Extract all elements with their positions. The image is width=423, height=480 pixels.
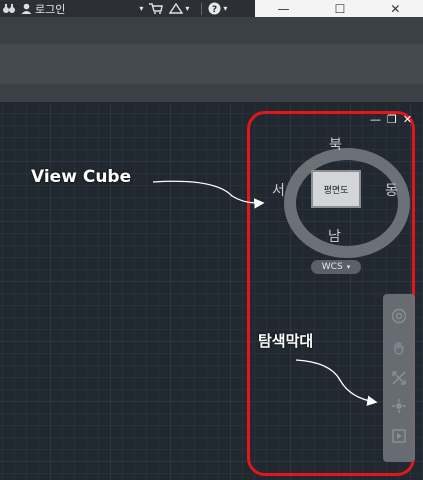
cart-icon[interactable] [149, 3, 164, 14]
maximize-button[interactable]: ☐ [335, 2, 346, 16]
viewcube-minimize-button[interactable]: — [370, 113, 381, 126]
compass-south[interactable]: 남 [328, 226, 341, 246]
close-button[interactable]: ✕ [390, 2, 400, 16]
title-bar: 로그인 ▾ ▾ ? ▾ — ☐ ✕ [0, 0, 423, 17]
navigation-bar [383, 294, 415, 462]
window-controls: — ☐ ✕ [255, 0, 423, 17]
ribbon-tabs-bar [0, 17, 423, 45]
viewcube-face[interactable]: 평면도 [311, 170, 361, 208]
viewcube-close-button[interactable]: ✕ [403, 113, 412, 126]
file-tabs-bar [0, 84, 423, 103]
user-icon [21, 3, 32, 14]
orbit-icon[interactable] [391, 398, 407, 414]
compass-east[interactable]: 동 [385, 180, 398, 200]
viewcube-callout-label: View Cube [31, 167, 132, 187]
compass-west[interactable]: 서 [272, 180, 285, 200]
viewcube-panel-controls: — ❐ ✕ [370, 113, 412, 126]
svg-text:?: ? [212, 5, 217, 15]
wcs-menu-button[interactable]: WCS ▾ [311, 260, 361, 274]
title-bar-left: 로그인 ▾ ▾ ? ▾ [0, 0, 255, 17]
signin-dropdown-icon[interactable]: ▾ [139, 4, 143, 13]
help-icon[interactable]: ? ▾ [208, 2, 227, 15]
chevron-down-icon: ▾ [346, 263, 351, 271]
zoom-extents-icon[interactable] [391, 370, 407, 386]
viewcube-restore-button[interactable]: ❐ [387, 113, 397, 126]
pan-hand-icon[interactable] [391, 340, 407, 356]
navbar-callout-label: 탐색막대 [258, 332, 314, 350]
wcs-label: WCS [321, 262, 343, 272]
signin-label: 로그인 [35, 2, 66, 16]
a360-dropdown-icon[interactable]: ▾ [185, 4, 189, 13]
signin-button[interactable]: 로그인 [21, 1, 65, 17]
minimize-button[interactable]: — [278, 2, 290, 16]
ribbon-panel [0, 44, 423, 84]
titlebar-divider [201, 2, 203, 15]
help-dropdown-icon[interactable]: ▾ [223, 4, 227, 13]
steering-wheel-icon[interactable] [391, 308, 407, 324]
a360-icon[interactable]: ▾ [169, 3, 189, 14]
compass-north[interactable]: 북 [329, 134, 342, 154]
binoculars-icon[interactable] [3, 3, 15, 14]
showmotion-icon[interactable] [391, 428, 407, 444]
